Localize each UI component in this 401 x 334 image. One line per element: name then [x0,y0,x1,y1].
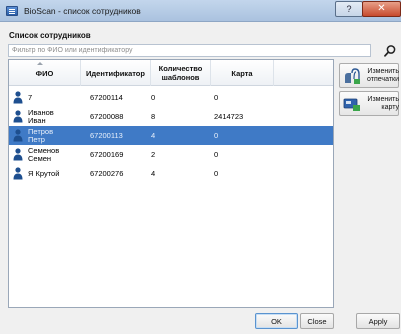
list-title: Список сотрудников [9,31,91,40]
cell-templates: 2 [151,149,156,159]
search-icon[interactable] [383,44,397,58]
table-row[interactable]: Семенов Семен 67200169 2 0 [9,145,333,164]
table-row[interactable]: 7 67200114 0 0 [9,88,333,107]
table-row-selected[interactable]: Петров Петр 67200113 4 0 [9,126,333,145]
user-icon [13,129,23,142]
cell-name: Я Крутой [28,168,60,178]
column-header-card[interactable]: Карта [211,60,274,86]
cell-id: 67200113 [90,130,123,140]
cell-card: 0 [214,130,219,140]
fingerprint-icon [345,68,360,84]
close-icon: ✕ [377,3,386,14]
user-icon [13,148,23,161]
table-header: ФИО Идентификатор Количество шаблонов Ка… [9,60,333,86]
cell-name: Семенов Семен [28,145,60,163]
cell-id: 67200088 [90,111,124,121]
cell-card: 2414723 [214,111,244,121]
cell-card: 0 [214,92,219,102]
window-title: BioScan - список сотрудников [24,6,141,16]
cell-templates: 4 [151,130,156,140]
column-header-id[interactable]: Идентификатор [81,60,151,86]
cell-card: 0 [214,149,219,159]
title-bar: BioScan - список сотрудников ? ✕ [0,0,401,22]
cell-name: Петров Петр [28,126,54,144]
cell-id: 67200114 [90,92,123,102]
help-button[interactable]: ? [335,1,363,17]
cell-id: 67200169 [90,149,124,159]
change-fingerprints-label: Изменить отпечатки [367,68,399,83]
close-button[interactable]: Close [300,313,334,329]
employee-list-window: BioScan - список сотрудников ? ✕ Список … [0,0,401,334]
help-icon: ? [346,4,352,14]
cell-templates: 4 [151,168,156,178]
card-icon [343,98,360,111]
change-fingerprints-button[interactable]: Изменить отпечатки [339,63,399,88]
window-close-button[interactable]: ✕ [362,1,401,17]
table-row[interactable]: Иванов Иван 67200088 8 2414723 [9,107,333,126]
cell-templates: 8 [151,111,156,121]
user-icon [13,110,23,123]
column-header-name[interactable]: ФИО [9,60,81,86]
cell-id: 67200276 [90,168,124,178]
cell-templates: 0 [151,92,156,102]
filter-input[interactable] [8,44,371,57]
change-card-button[interactable]: Изменить карту [339,91,399,116]
table-row[interactable]: Я Крутой 67200276 4 0 [9,164,333,183]
employee-table: ФИО Идентификатор Количество шаблонов Ка… [8,59,334,308]
user-icon [13,91,23,104]
apply-button[interactable]: Apply [356,313,400,329]
cell-name: 7 [28,92,33,102]
change-card-label: Изменить карту [367,96,399,111]
cell-card: 0 [214,168,219,178]
app-icon [6,6,18,16]
column-header-templates[interactable]: Количество шаблонов [151,60,211,86]
ok-button[interactable]: OK [255,313,298,329]
user-icon [13,167,23,180]
cell-name: Иванов Иван [28,107,54,125]
